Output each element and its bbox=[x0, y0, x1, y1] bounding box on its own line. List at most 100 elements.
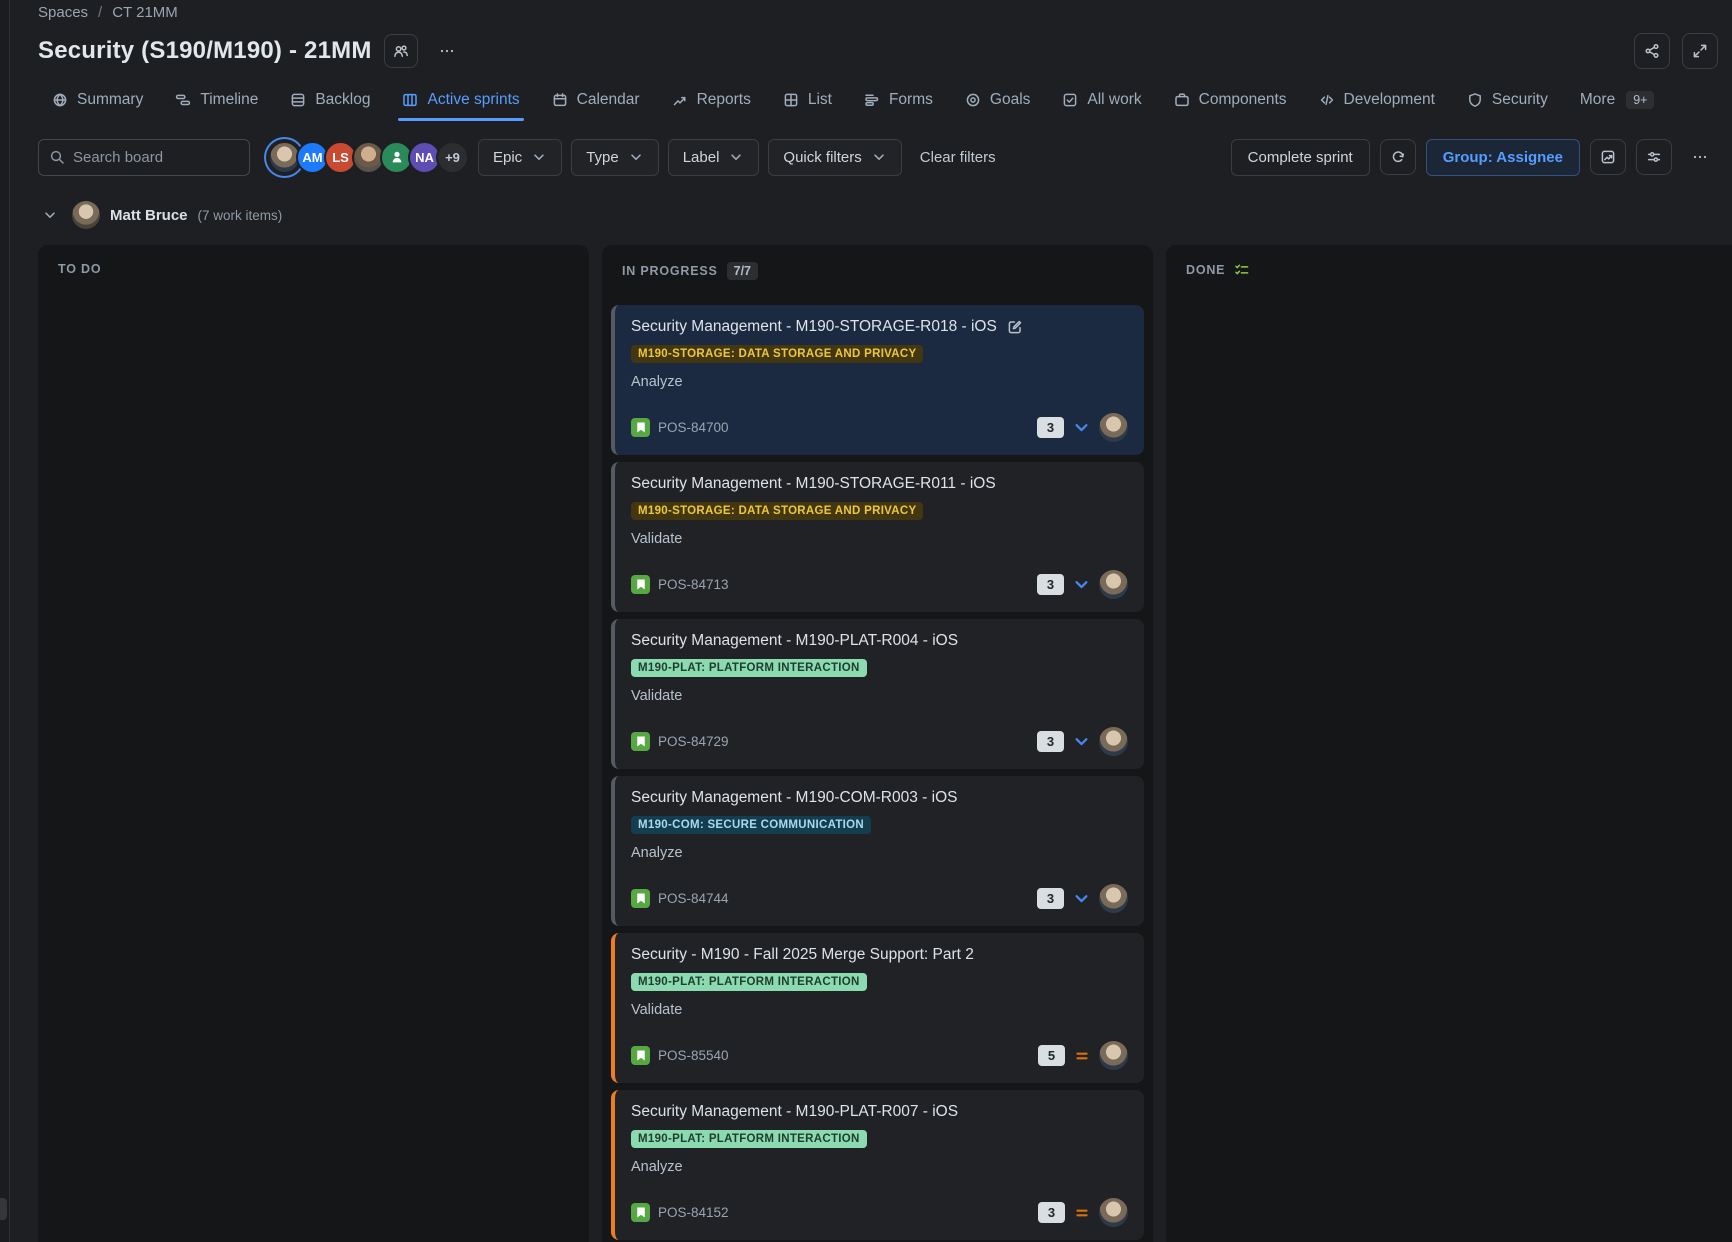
assignee-avatar[interactable] bbox=[1099, 1041, 1128, 1070]
kanban-board: TO DO IN PROGRESS7/7 Security Management -… bbox=[38, 245, 1732, 1242]
story-type-icon bbox=[631, 732, 650, 751]
assignee-avatar[interactable] bbox=[1099, 570, 1128, 599]
estimate-badge[interactable]: 3 bbox=[1037, 417, 1064, 438]
shield-icon bbox=[1467, 92, 1483, 108]
tab-reports[interactable]: Reports bbox=[658, 83, 765, 121]
tab-backlog[interactable]: Backlog bbox=[276, 83, 384, 121]
collapse-group-button[interactable] bbox=[38, 203, 62, 227]
card-title-row: Security Management - M190-STORAGE-R011 … bbox=[631, 475, 1128, 493]
tab-more[interactable]: More9+ bbox=[1566, 83, 1669, 121]
estimate-badge[interactable]: 3 bbox=[1037, 888, 1064, 909]
board-page: Spaces / CT 21MM Security (S190/M190) - … bbox=[11, 0, 1732, 1242]
column-name: DONE bbox=[1186, 263, 1225, 277]
priority-medium-icon bbox=[1074, 1205, 1090, 1221]
checklist-icon bbox=[1234, 262, 1250, 278]
filter-dropdowns: EpicTypeLabel Quick filters bbox=[469, 139, 902, 176]
filter-label[interactable]: Label bbox=[668, 139, 760, 176]
assignee-avatar[interactable] bbox=[1099, 727, 1128, 756]
estimate-badge[interactable]: 5 bbox=[1038, 1045, 1065, 1066]
issue-key: POS-84729 bbox=[658, 734, 729, 749]
search-board-field[interactable] bbox=[38, 139, 250, 176]
title-row: Security (S190/M190) - 21MM bbox=[38, 31, 1732, 71]
more-title-button[interactable] bbox=[430, 34, 464, 68]
insights-button[interactable] bbox=[1590, 139, 1626, 175]
cycle-button[interactable] bbox=[1380, 139, 1416, 175]
card-status-text: Analyze bbox=[631, 374, 1128, 390]
tab-active-sprints[interactable]: Active sprints bbox=[388, 83, 533, 121]
expand-button[interactable] bbox=[1682, 33, 1718, 69]
tab-all-work[interactable]: All work bbox=[1048, 83, 1155, 121]
issue-key: POS-84700 bbox=[658, 420, 729, 435]
breadcrumb: Spaces / CT 21MM bbox=[38, 0, 1732, 21]
breadcrumb-spaces[interactable]: Spaces bbox=[38, 4, 88, 21]
view-settings-button[interactable] bbox=[1636, 139, 1672, 175]
column-header: TO DO bbox=[38, 245, 589, 276]
tab-label: Development bbox=[1344, 91, 1435, 109]
complete-sprint-button[interactable]: Complete sprint bbox=[1231, 139, 1370, 176]
group-work-item-count: (7 work items) bbox=[198, 208, 283, 223]
assignee-avatar[interactable] bbox=[1099, 884, 1128, 913]
label-badge: M190-STORAGE: DATA STORAGE AND PRIVACY bbox=[631, 345, 923, 363]
story-type-icon bbox=[631, 889, 650, 908]
breadcrumb-project[interactable]: CT 21MM bbox=[112, 4, 178, 21]
estimate-badge[interactable]: 3 bbox=[1037, 574, 1064, 595]
card-status-text: Validate bbox=[631, 1002, 1128, 1018]
card[interactable]: Security Management - M190-COM-R003 - iO… bbox=[611, 776, 1144, 926]
tab-list[interactable]: List bbox=[769, 83, 846, 121]
filter-quick-filters[interactable]: Quick filters bbox=[768, 139, 901, 176]
tab-security[interactable]: Security bbox=[1453, 83, 1562, 121]
card-footer-right: 3 bbox=[1037, 570, 1128, 599]
estimate-badge[interactable]: 3 bbox=[1038, 1202, 1065, 1223]
tab-development[interactable]: Development bbox=[1305, 83, 1449, 121]
insights-icon bbox=[1600, 149, 1616, 165]
more-dots-icon bbox=[439, 43, 455, 59]
filter-type[interactable]: Type bbox=[571, 139, 659, 176]
card[interactable]: Security Management - M190-STORAGE-R018 … bbox=[611, 305, 1144, 455]
sidebar-resize-grip[interactable] bbox=[0, 1198, 7, 1220]
card[interactable]: Security Management - M190-STORAGE-R011 … bbox=[611, 462, 1144, 612]
chevron-down-icon bbox=[42, 207, 58, 223]
board-toolbar: AMLSNA+9 EpicTypeLabelQuick filters Clea… bbox=[38, 137, 1732, 177]
label-badge: M190-COM: SECURE COMMUNICATION bbox=[631, 816, 871, 834]
avatar-overflow-count[interactable]: +9 bbox=[436, 141, 469, 174]
card-title-row: Security - M190 - Fall 2025 Merge Suppor… bbox=[631, 946, 1128, 964]
estimate-badge[interactable]: 3 bbox=[1037, 731, 1064, 752]
column-header: DONE bbox=[1166, 245, 1732, 278]
tab-components[interactable]: Components bbox=[1160, 83, 1301, 121]
tab-summary[interactable]: Summary bbox=[38, 83, 157, 121]
card[interactable]: Security Management - M190-PLAT-R007 - i… bbox=[611, 1090, 1144, 1240]
tab-calendar[interactable]: Calendar bbox=[538, 83, 654, 121]
tab-bar: Summary TimelineBacklogActive sprintsCale… bbox=[38, 83, 1732, 121]
filter-label: Quick filters bbox=[783, 149, 861, 166]
card-status-text: Analyze bbox=[631, 845, 1128, 861]
tab-label: Summary bbox=[77, 91, 143, 109]
assignee-group-header: Matt Bruce (7 work items) bbox=[38, 199, 1732, 231]
more-options-button[interactable] bbox=[1682, 139, 1718, 175]
card[interactable]: Security Management - M190-PLAT-R004 - i… bbox=[611, 619, 1144, 769]
group-by-button[interactable]: Group: Assignee bbox=[1426, 139, 1580, 176]
assignee-avatar[interactable] bbox=[1099, 413, 1128, 442]
components-icon bbox=[1174, 92, 1190, 108]
priority-medium-icon bbox=[1074, 1048, 1090, 1064]
assignee-avatar[interactable] bbox=[1099, 1198, 1128, 1227]
tab-timeline[interactable]: Timeline bbox=[161, 83, 272, 121]
tab-goals[interactable]: Goals bbox=[951, 83, 1045, 121]
tab-forms[interactable]: Forms bbox=[850, 83, 947, 121]
share-button[interactable] bbox=[1634, 33, 1670, 69]
column-to-do: TO DO bbox=[38, 245, 589, 1242]
label-badge: M190-PLAT: PLATFORM INTERACTION bbox=[631, 659, 867, 677]
card-list: Security Management - M190-STORAGE-R018 … bbox=[602, 305, 1153, 1242]
team-members-button[interactable] bbox=[384, 34, 418, 68]
label-badge: M190-PLAT: PLATFORM INTERACTION bbox=[631, 1130, 867, 1148]
forms-icon bbox=[864, 92, 880, 108]
column-header: IN PROGRESS7/7 bbox=[602, 245, 1153, 280]
card-footer: POS-847443 bbox=[631, 884, 1128, 913]
backlog-icon bbox=[290, 92, 306, 108]
card-status-text: Validate bbox=[631, 688, 1128, 704]
search-input[interactable] bbox=[73, 149, 223, 166]
edit-summary-button[interactable] bbox=[1007, 319, 1023, 335]
clear-filters-link[interactable]: Clear filters bbox=[920, 149, 996, 166]
column-name: IN PROGRESS bbox=[622, 264, 718, 278]
card[interactable]: Security - M190 - Fall 2025 Merge Suppor… bbox=[611, 933, 1144, 1083]
filter-epic[interactable]: Epic bbox=[478, 139, 562, 176]
